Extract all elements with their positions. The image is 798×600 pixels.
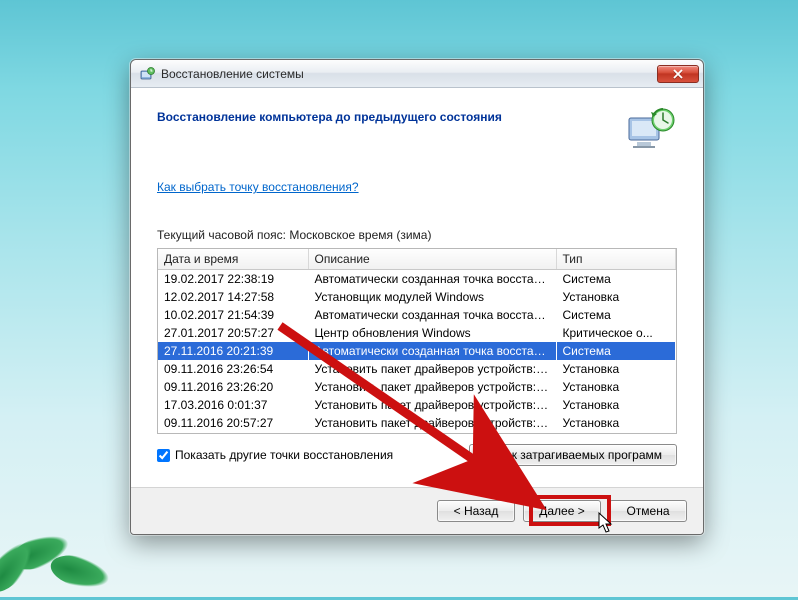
close-button[interactable] xyxy=(657,65,699,83)
restore-icon xyxy=(139,66,155,82)
table-cell-desc: Центр обновления Windows xyxy=(308,324,556,342)
timezone-label: Текущий часовой пояс: Московское время (… xyxy=(157,228,677,242)
titlebar[interactable]: Восстановление системы xyxy=(131,60,703,88)
table-row[interactable]: 12.02.2017 14:27:58Установщик модулей Wi… xyxy=(158,288,676,306)
show-more-checkbox[interactable]: Показать другие точки восстановления xyxy=(157,448,469,462)
table-row[interactable]: 27.11.2016 20:21:39Автоматически созданн… xyxy=(158,342,676,360)
show-more-label: Показать другие точки восстановления xyxy=(175,448,393,462)
column-header-type[interactable]: Тип xyxy=(556,249,676,270)
table-cell-type: Установка xyxy=(556,378,676,396)
table-cell-date: 12.02.2017 14:27:58 xyxy=(158,288,308,306)
table-row[interactable]: 09.11.2016 20:57:27Установить пакет драй… xyxy=(158,414,676,432)
table-cell-type: Система xyxy=(556,342,676,360)
back-button[interactable]: < Назад xyxy=(437,500,515,522)
table-cell-type: Установка xyxy=(556,396,676,414)
table-row[interactable]: 09.11.2016 23:26:54Установить пакет драй… xyxy=(158,360,676,378)
restore-large-icon xyxy=(623,106,677,152)
table-cell-type: Система xyxy=(556,306,676,324)
scan-affected-button[interactable]: Поиск затрагиваемых программ xyxy=(469,444,677,466)
table-cell-type: Система xyxy=(556,270,676,289)
table-row[interactable]: 19.02.2017 22:38:19Автоматически созданн… xyxy=(158,270,676,289)
next-button[interactable]: Далее > xyxy=(523,500,601,522)
table-cell-date: 27.11.2016 20:21:39 xyxy=(158,342,308,360)
table-row[interactable]: 10.02.2017 21:54:39Автоматически созданн… xyxy=(158,306,676,324)
table-cell-date: 09.11.2016 23:26:54 xyxy=(158,360,308,378)
column-header-description[interactable]: Описание xyxy=(308,249,556,270)
table-cell-desc: Автоматически созданная точка восстанов.… xyxy=(308,306,556,324)
column-header-date[interactable]: Дата и время xyxy=(158,249,308,270)
table-cell-desc: Автоматически созданная точка восстанов.… xyxy=(308,342,556,360)
button-bar: < Назад Далее > Отмена xyxy=(131,487,703,534)
restore-points-table[interactable]: Дата и время Описание Тип 19.02.2017 22:… xyxy=(157,248,677,434)
table-cell-type: Установка xyxy=(556,360,676,378)
show-more-checkbox-input[interactable] xyxy=(157,449,170,462)
table-row[interactable]: 27.01.2017 20:57:27Центр обновления Wind… xyxy=(158,324,676,342)
table-cell-type: Установка xyxy=(556,414,676,432)
help-link[interactable]: Как выбрать точку восстановления? xyxy=(157,180,677,194)
table-cell-date: 10.02.2017 21:54:39 xyxy=(158,306,308,324)
window-title: Восстановление системы xyxy=(161,67,657,81)
table-cell-date: 27.01.2017 20:57:27 xyxy=(158,324,308,342)
cancel-button[interactable]: Отмена xyxy=(609,500,687,522)
table-cell-desc: Установить пакет драйверов устройств: Ог… xyxy=(308,378,556,396)
table-row[interactable]: 17.03.2016 0:01:37Установить пакет драйв… xyxy=(158,396,676,414)
table-cell-desc: Установить пакет драйверов устройств: Ог… xyxy=(308,396,556,414)
page-heading: Восстановление компьютера до предыдущего… xyxy=(157,106,613,124)
system-restore-window: Восстановление системы Восстановление ко… xyxy=(130,59,704,535)
table-cell-date: 09.11.2016 20:57:27 xyxy=(158,414,308,432)
table-cell-date: 19.02.2017 22:38:19 xyxy=(158,270,308,289)
table-cell-desc: Установить пакет драйверов устройств: Ог… xyxy=(308,360,556,378)
table-row[interactable]: 09.11.2016 23:26:20Установить пакет драй… xyxy=(158,378,676,396)
table-cell-desc: Установить пакет драйверов устройств: Ог… xyxy=(308,414,556,432)
table-cell-type: Установка xyxy=(556,288,676,306)
table-cell-type: Критическое о... xyxy=(556,324,676,342)
table-cell-desc: Установщик модулей Windows xyxy=(308,288,556,306)
table-cell-desc: Автоматически созданная точка восстанов.… xyxy=(308,270,556,289)
table-cell-date: 17.03.2016 0:01:37 xyxy=(158,396,308,414)
table-cell-date: 09.11.2016 23:26:20 xyxy=(158,378,308,396)
